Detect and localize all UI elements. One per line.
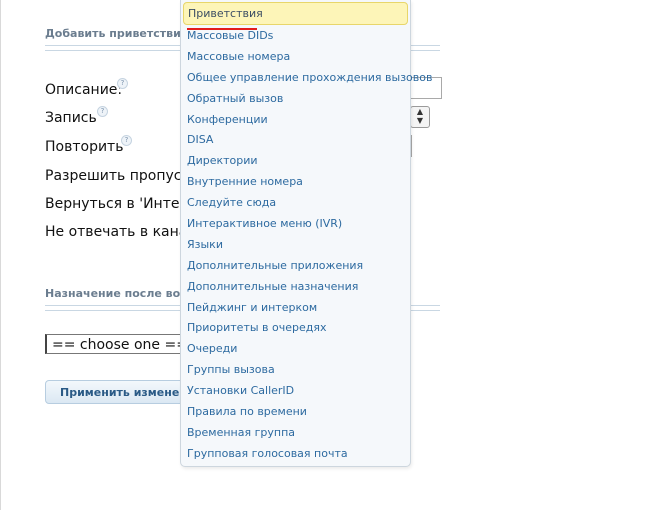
dropdown-item[interactable]: DISA <box>181 130 410 151</box>
dropdown-item[interactable]: Директории <box>181 151 410 172</box>
dropdown-item[interactable]: Правила по времени <box>181 402 410 423</box>
label-recording: Запись <box>45 110 97 126</box>
dropdown-item[interactable]: Внутренние номера <box>181 172 410 193</box>
apply-changes-button[interactable]: Применить изменени <box>45 380 195 404</box>
dropdown-item[interactable]: Дополнительные назначения <box>181 277 410 298</box>
help-icon[interactable]: ? <box>97 106 108 117</box>
dropdown-item[interactable]: Обратный вызов <box>181 89 410 110</box>
label-return-to-ivr: Вернуться в 'Интера <box>45 196 197 212</box>
label-description: Описание: <box>45 82 123 98</box>
label-no-answer: Не отвечать в канал <box>45 224 197 240</box>
dropdown-item[interactable]: Следуйте сюда <box>181 193 410 214</box>
dropdown-item-selected[interactable]: Приветствия <box>183 2 408 30</box>
destination-dropdown-menu: Приветствия Массовые DIDs Массовые номера… <box>180 0 432 467</box>
dropdown-item[interactable]: Общее управление прохождения вызовов <box>181 68 432 89</box>
label-allow-skip: Разрешить пропусти <box>45 168 199 184</box>
help-icon[interactable]: ? <box>121 135 132 146</box>
dropdown-item-list: Массовые DIDs Массовые номера Общее управл… <box>181 25 432 465</box>
section-title-add-announcement: Добавить приветствие <box>45 27 189 40</box>
dropdown-item[interactable]: Массовые DIDs <box>181 26 410 47</box>
dropdown-item[interactable]: Очереди <box>181 339 410 360</box>
dropdown-item[interactable]: Группы вызова <box>181 360 410 381</box>
section-title-destination: Назначение после вос <box>45 287 187 300</box>
dropdown-item[interactable]: Пейджинг и интерком <box>181 298 410 319</box>
dropdown-item[interactable]: Языки <box>181 235 410 256</box>
label-repeat: Повторить <box>45 139 124 155</box>
page-left-border <box>0 0 1 510</box>
dropdown-item-label: Приветствия <box>188 7 263 20</box>
dropdown-item[interactable]: Массовые номера <box>181 47 410 68</box>
dropdown-item[interactable]: Временная группа <box>181 423 410 444</box>
dropdown-item[interactable]: Приоритеты в очередях <box>181 318 410 339</box>
dropdown-item[interactable]: Установки CallerID <box>181 381 410 402</box>
help-icon[interactable]: ? <box>117 78 128 89</box>
dropdown-item[interactable]: Конференции <box>181 110 410 131</box>
destination-select[interactable]: == choose one == <box>45 334 188 354</box>
dropdown-item[interactable]: Интерактивное меню (IVR) <box>181 214 410 235</box>
dropdown-item[interactable]: Групповая голосовая почта <box>181 444 410 465</box>
recording-select-arrows[interactable]: ▲ ▼ <box>410 106 430 128</box>
dropdown-item[interactable]: Дополнительные приложения <box>181 256 410 277</box>
